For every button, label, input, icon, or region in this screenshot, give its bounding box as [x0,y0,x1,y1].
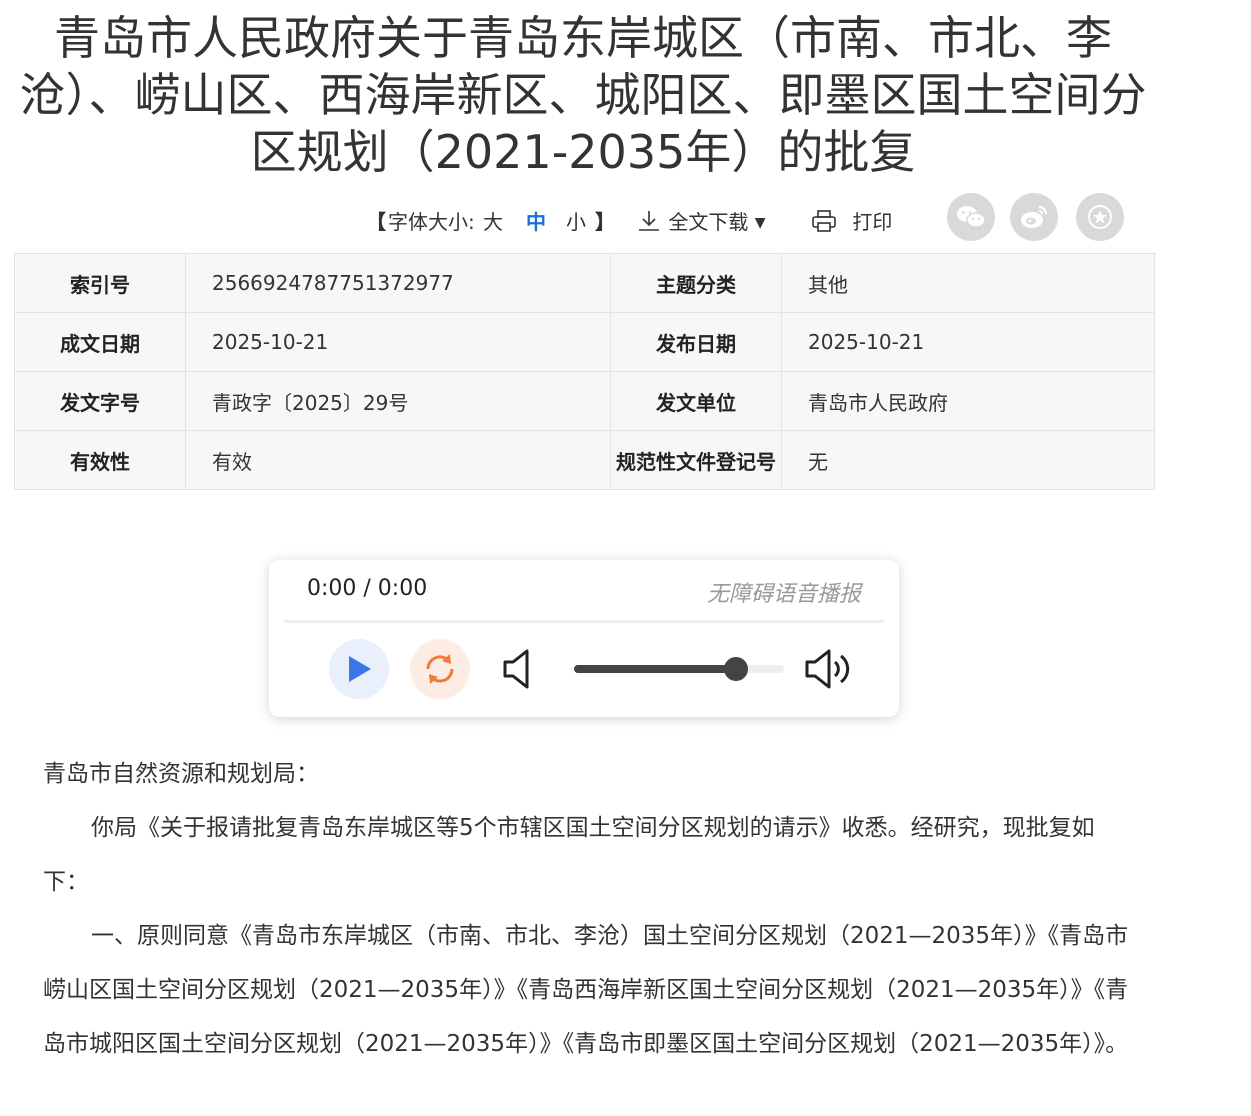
meta-row: 成文日期 2025-10-21 发布日期 2025-10-21 [14,312,1155,372]
meta-key: 发文单位 [610,371,782,431]
loop-icon [426,654,454,684]
meta-value: 有效 [185,430,611,490]
meta-value: 青岛市人民政府 [781,371,1155,431]
bracket-right: 】 [595,210,615,234]
page-title-line-3: 区规划（2021-2035年）的批复 [250,125,916,179]
star-icon [1088,205,1112,229]
audio-player: 0:00 / 0:00 无障碍语音播报 [269,560,899,717]
meta-value: 2025-10-21 [185,312,611,372]
page-title: 青岛市人民政府关于青岛东岸城区（市南、市北、李 沧）、崂山区、西海岸新区、城阳区… [0,10,1166,181]
loop-button[interactable] [410,639,470,699]
volume-fill [574,665,736,673]
download-label: 全文下载 [668,210,749,234]
download-icon [639,211,659,231]
article-body: 青岛市自然资源和规划局： 你局《关于报请批复青岛东岸城区等5个市辖区国土空间分区… [43,747,1133,1071]
speaker-volume-icon [805,649,850,689]
font-size-label: 字体大小: [388,210,475,234]
meta-row: 发文字号 青政字〔2025〕29号 发文单位 青岛市人民政府 [14,371,1155,431]
accessibility-voice-label: 无障碍语音播报 [706,582,861,607]
meta-key: 有效性 [14,430,186,490]
volume-slider[interactable] [574,657,784,681]
play-icon [349,656,371,682]
favorite-button[interactable] [1076,193,1124,241]
page-title-line-1: 青岛市人民政府关于青岛东岸城区（市南、市北、李 [54,11,1112,65]
font-size-medium-button[interactable]: 中 [526,206,546,235]
share-weibo-button[interactable] [1010,193,1058,241]
player-divider [284,620,884,623]
meta-value: 2025-10-21 [781,312,1155,372]
speaker-mute-icon [503,649,529,689]
meta-value: 无 [781,430,1155,490]
caret-down-icon: ▼ [754,215,766,231]
share-wechat-button[interactable] [947,193,995,241]
volume-max-button[interactable] [804,648,854,694]
body-paragraph: 你局《关于报请批复青岛东岸城区等5个市辖区国土空间分区规划的请示》收悉。经研究，… [43,815,1095,895]
wechat-icon [957,206,986,228]
page-title-line-2: 沧）、崂山区、西海岸新区、城阳区、即墨区国土空间分 [19,68,1147,122]
meta-key: 规范性文件登记号 [610,430,782,490]
download-button[interactable]: 全文下载 ▼ [636,206,766,235]
document-meta-table: 索引号 2566924787751372977 主题分类 其他 成文日期 202… [14,253,1155,490]
play-button[interactable] [329,639,389,699]
body-paragraph: 一、原则同意《青岛市东岸城区（市南、市北、李沧）国土空间分区规划（2021—20… [43,923,1129,1057]
font-size-small-button[interactable]: 小 [566,206,586,235]
meta-key: 发布日期 [610,312,782,372]
meta-key: 成文日期 [14,312,186,372]
meta-row: 索引号 2566924787751372977 主题分类 其他 [14,253,1155,313]
meta-value: 2566924787751372977 [185,253,611,313]
meta-key: 发文字号 [14,371,186,431]
weibo-icon [1021,205,1048,228]
meta-key: 主题分类 [610,253,782,313]
salutation: 青岛市自然资源和规划局： [43,761,319,787]
font-size-large-button[interactable]: 大 [483,206,503,235]
print-label: 打印 [852,210,893,234]
meta-row: 有效性 有效 规范性文件登记号 无 [14,430,1155,490]
bracket-left: 【 [366,210,386,234]
player-time: 0:00 / 0:00 [307,576,428,601]
print-button[interactable]: 打印 [810,206,892,235]
printer-icon [812,210,836,232]
meta-value: 其他 [781,253,1155,313]
mute-button[interactable] [502,648,536,694]
volume-knob[interactable] [723,657,748,681]
meta-value: 青政字〔2025〕29号 [185,371,611,431]
article-toolbar: 【 字体大小: 大 中 小 】 全文下载 ▼ 打印 [0,198,1251,242]
meta-key: 索引号 [14,253,186,313]
